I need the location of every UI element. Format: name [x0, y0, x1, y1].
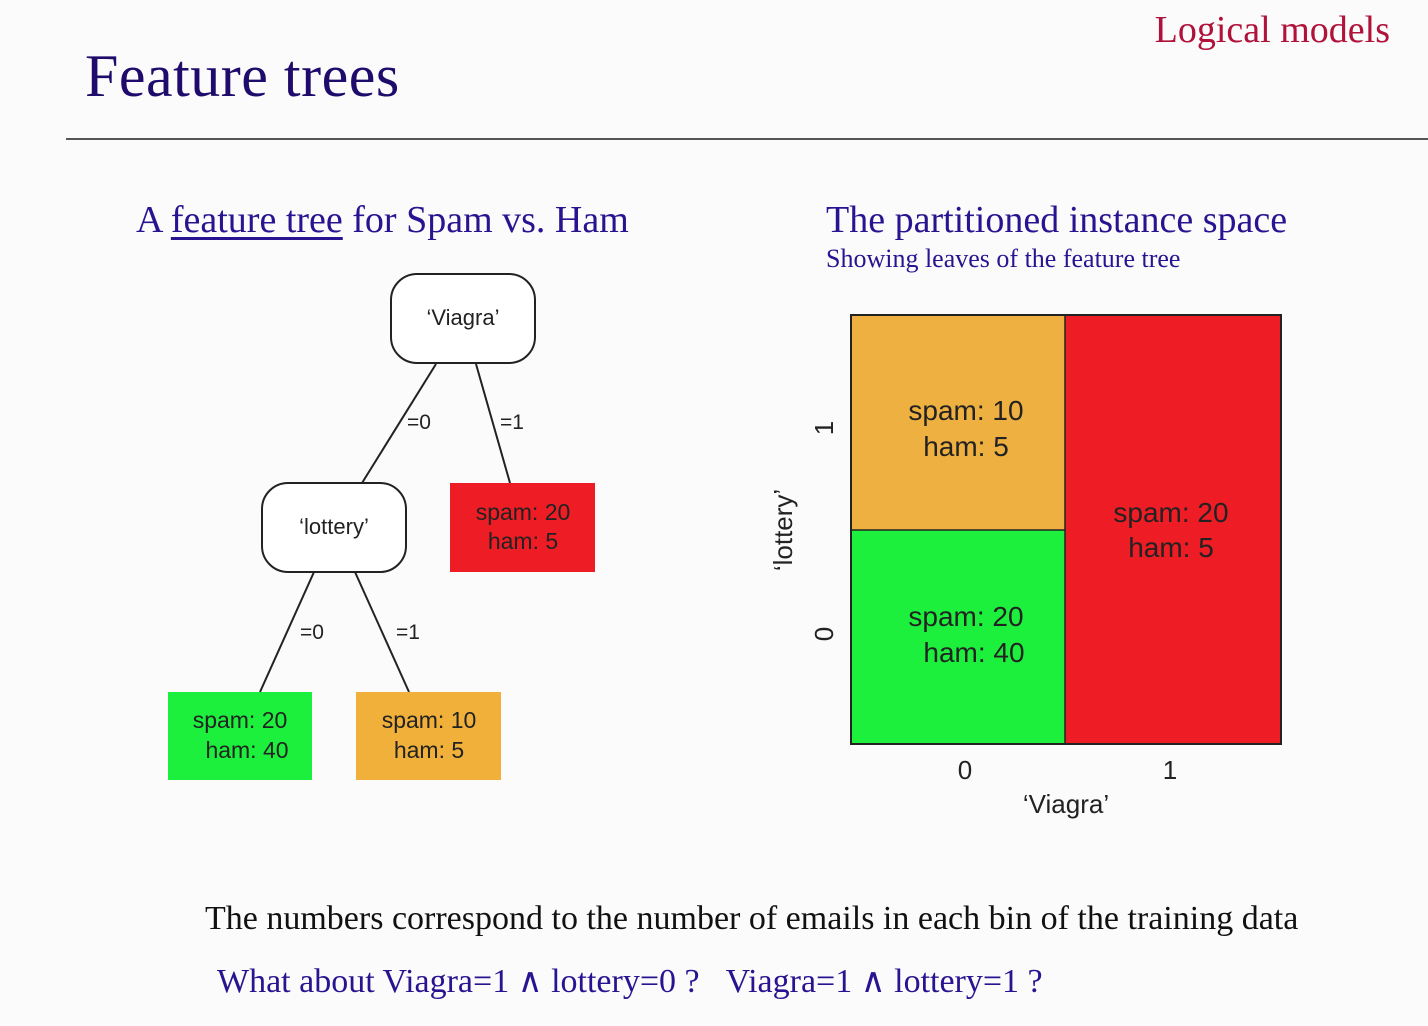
cell-viagra0-lottery0-ham: ham: 40: [923, 637, 1024, 668]
tree-node-viagra-label: ‘Viagra’: [427, 305, 500, 330]
tree-leaf-lottery-1: [356, 692, 501, 780]
tree-leaf-viagra-1-spam: spam: 20: [476, 499, 571, 525]
feature-tree-diagram: =0 =1 =0 =1 ‘Viagra’ ‘lottery’ spam: 20 …: [168, 273, 1282, 819]
cell-viagra1: [1065, 315, 1281, 744]
edge-label-root-1: =1: [500, 411, 524, 434]
tree-leaf-lottery-1-ham: ham: 5: [394, 737, 464, 763]
question-2: Viagra=1 ∧ lottery=1 ?: [725, 963, 1043, 1000]
question-1: What about Viagra=1 ∧ lottery=0 ?: [217, 963, 700, 1000]
edge-label-inner-1: =1: [396, 621, 420, 644]
cell-viagra1-ham: ham: 5: [1128, 532, 1214, 563]
x-tick-0: 0: [958, 755, 972, 785]
cell-viagra0-lottery1-spam: spam: 10: [908, 395, 1023, 426]
x-axis-label: ‘Viagra’: [1023, 789, 1109, 819]
edge-label-inner-0: =0: [300, 621, 324, 644]
tree-leaf-viagra-1-ham: ham: 5: [488, 528, 558, 554]
cell-viagra1-spam: spam: 20: [1113, 497, 1228, 528]
tree-leaf-lottery-1-spam: spam: 10: [382, 707, 477, 733]
x-tick-1: 1: [1163, 755, 1177, 785]
tree-leaf-lottery-0-spam: spam: 20: [193, 707, 288, 733]
question-line: What about Viagra=1 ∧ lottery=0 ? Viagra=…: [217, 961, 1043, 1001]
tree-leaf-lottery-0-ham: ham: 40: [205, 737, 288, 763]
cell-viagra0-lottery0-spam: spam: 20: [908, 601, 1023, 632]
y-axis-label: ‘lottery’: [768, 489, 798, 571]
edge-label-root-0: =0: [407, 411, 431, 434]
tree-node-lottery-label: ‘lottery’: [299, 514, 369, 539]
tree-leaf-lottery-0: [168, 692, 312, 780]
y-tick-0: 0: [809, 627, 839, 641]
y-tick-1: 1: [809, 421, 839, 435]
footer-note: The numbers correspond to the number of …: [205, 900, 1299, 937]
cell-viagra0-lottery1-ham: ham: 5: [923, 431, 1009, 462]
